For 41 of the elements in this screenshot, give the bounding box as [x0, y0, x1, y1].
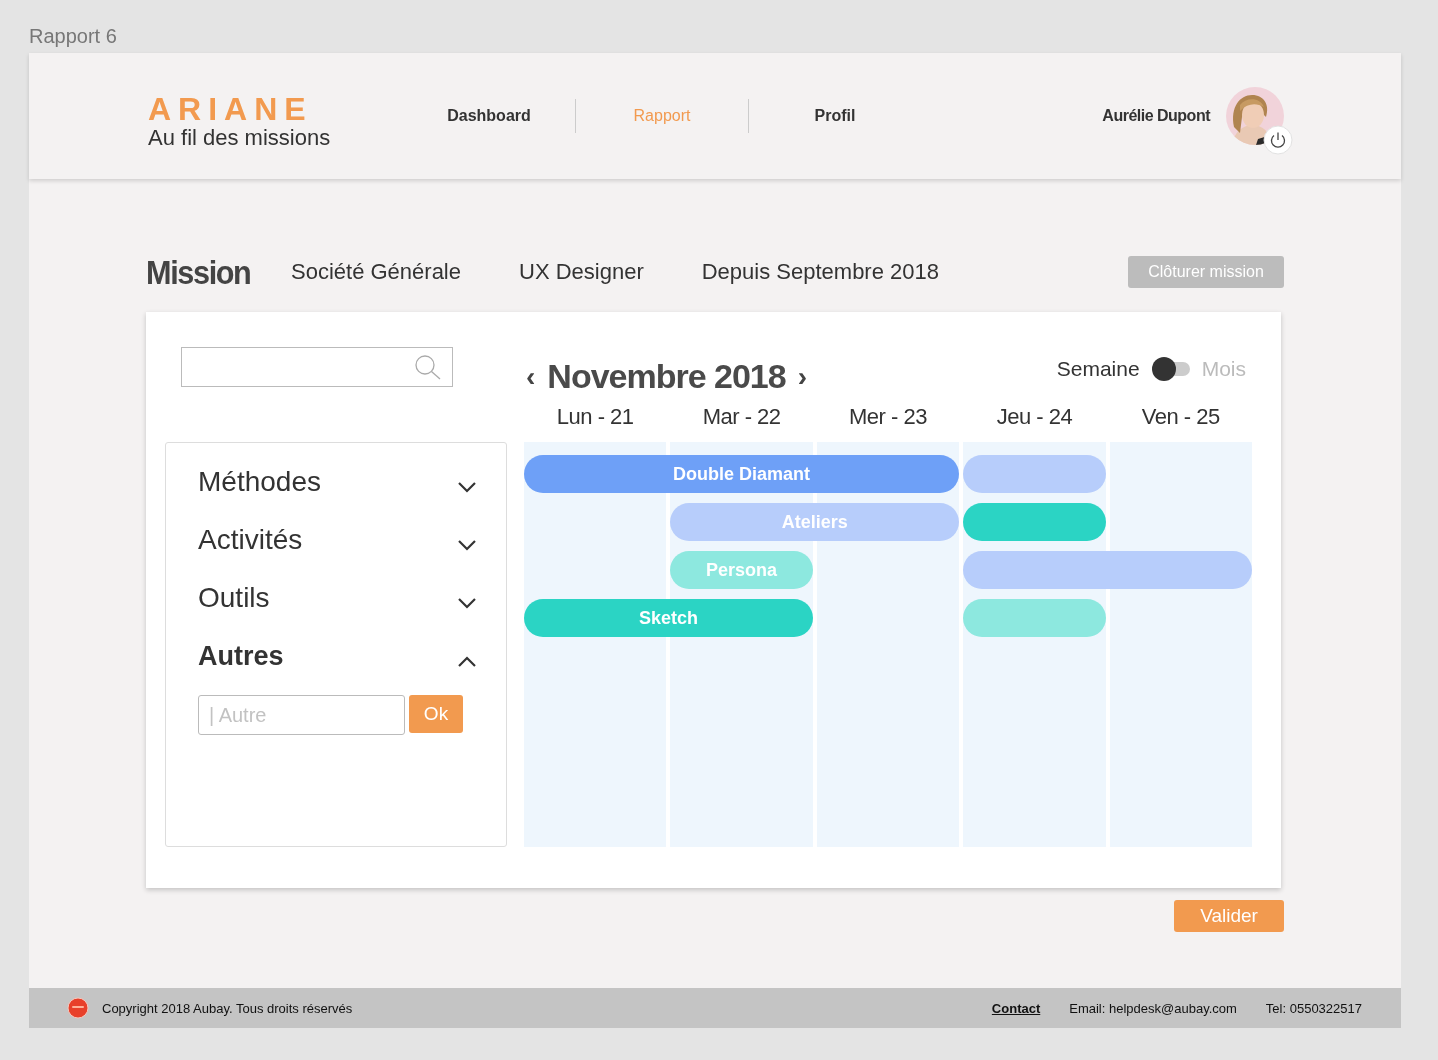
email-text: Email: helpdesk@aubay.com	[1069, 1000, 1237, 1016]
day-header: Mar - 22	[701, 404, 782, 431]
logout-icon[interactable]	[1263, 125, 1293, 155]
user-name: Aurélie Dupont	[1102, 107, 1210, 125]
chevron-down-icon	[458, 597, 476, 609]
view-switch[interactable]	[1151, 356, 1190, 381]
accordion-header[interactable]: Outils	[198, 569, 476, 627]
day-header: Mer - 23	[848, 404, 928, 431]
chevron-down-icon	[458, 539, 476, 551]
search-field[interactable]	[181, 347, 453, 387]
nav-link[interactable]: Dashboard	[403, 107, 575, 125]
accordion-header[interactable]: Méthodes	[198, 453, 476, 511]
event-bar[interactable]	[963, 599, 1106, 637]
input-field[interactable]: | Autre	[198, 695, 405, 735]
copyright-text: Copyright 2018 Aubay. Tous droits réservés	[102, 1000, 353, 1016]
event-bar[interactable]	[963, 551, 1252, 589]
chevron-down-icon	[458, 481, 476, 493]
chevron-up-icon	[458, 655, 476, 667]
nav-link[interactable]: Profil	[749, 107, 921, 125]
month-title: Novembre 2018	[547, 357, 786, 396]
next-month-button[interactable]: ›	[795, 361, 810, 392]
page-title: Rapport 6	[29, 24, 117, 49]
event-bar[interactable]	[963, 503, 1106, 541]
day-header: Ven - 25	[1140, 404, 1221, 431]
search-icon	[413, 354, 443, 380]
logo-icon	[67, 997, 89, 1019]
mission-heading: Mission	[146, 252, 252, 292]
accordion-header[interactable]: Activités	[198, 511, 476, 569]
logo-text: ARIANE	[148, 92, 313, 126]
day-header: Jeu - 24	[995, 404, 1074, 431]
client-name: Société Générale	[291, 259, 461, 285]
tagline: Au fil des missions	[148, 126, 331, 150]
view-option[interactable]: Semaine	[1056, 356, 1140, 381]
prev-month-button[interactable]: ‹	[524, 361, 538, 392]
event-bar[interactable]	[963, 455, 1106, 493]
date-text: Depuis Septembre 2018	[701, 259, 939, 285]
day-header: Lun - 21	[555, 404, 635, 431]
accordion-header[interactable]: Autres	[198, 627, 476, 685]
phone-text: Tel: 0550322517	[1265, 1000, 1362, 1016]
role-text: UX Designer	[519, 259, 644, 285]
contact-link[interactable]: Contact	[991, 1000, 1041, 1016]
